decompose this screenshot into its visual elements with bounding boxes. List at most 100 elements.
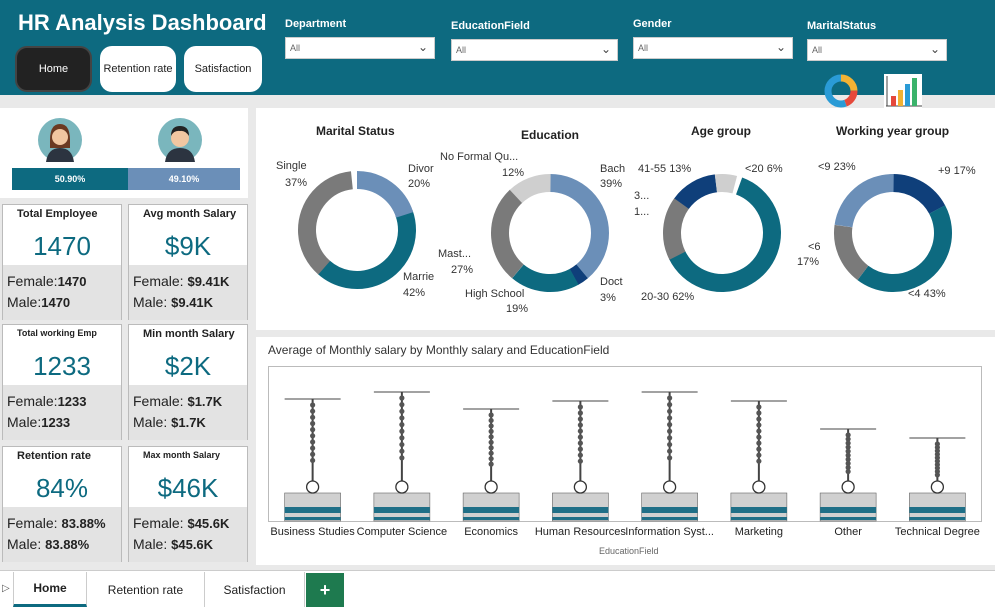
- female-label: Female:: [133, 515, 188, 531]
- donut-label: 1...: [634, 206, 650, 218]
- female-value: $1.7K: [187, 394, 223, 409]
- donut-label: Mast...: [438, 248, 472, 260]
- department-filter[interactable]: Department All ⌄: [285, 18, 435, 59]
- retention-rate-button[interactable]: Retention rate: [100, 46, 176, 92]
- chevron-down-icon: ⌄: [775, 40, 786, 54]
- outlier-point: [756, 422, 762, 428]
- outlier-point: [756, 440, 762, 446]
- tab-retention-rate[interactable]: Retention rate: [87, 572, 205, 607]
- gender-filter[interactable]: Gender All ⌄: [633, 18, 793, 59]
- department-select[interactable]: All ⌄: [285, 37, 435, 59]
- satisfaction-button[interactable]: Satisfaction: [184, 46, 262, 92]
- donut-label: <6: [808, 241, 821, 253]
- scroll-left-icon[interactable]: ▷: [2, 583, 10, 594]
- avg-month-salary-card: Avg month Salary $9K Female: $9.41K Male…: [128, 204, 248, 320]
- donut-label: 27%: [451, 264, 474, 276]
- outlier-point: [667, 402, 673, 408]
- male-label: Male:: [7, 294, 42, 310]
- outlier-point: [756, 410, 762, 416]
- mean-marker: [305, 480, 320, 494]
- chevron-down-icon: ⌄: [417, 40, 428, 54]
- box-band: [820, 507, 877, 513]
- donut-label: 20-30 62%: [641, 291, 695, 303]
- male-value: 1470: [41, 295, 71, 310]
- female-label: Female:: [133, 273, 188, 289]
- donut-label: 41-55 13%: [638, 163, 692, 175]
- outlier-point: [399, 395, 405, 401]
- card-breakdown: Female: $1.7K Male: $1.7K: [129, 385, 247, 440]
- card-title: Avg month Salary: [143, 208, 237, 220]
- outlier-point: [756, 446, 762, 452]
- retention-rate-card: Retention rate 84% Female: 83.88% Male: …: [2, 446, 122, 562]
- card-breakdown: Female: $9.41K Male: $9.41K: [129, 265, 247, 320]
- working-donut: [834, 174, 952, 292]
- card-value: 1233: [33, 351, 91, 381]
- select-value: All: [456, 45, 467, 55]
- gender-select[interactable]: All ⌄: [633, 37, 793, 59]
- outlier-point: [756, 416, 762, 422]
- outlier-point: [310, 433, 316, 439]
- outlier-point: [667, 428, 673, 434]
- x-tick-label: Human Resources: [534, 526, 626, 538]
- box-band: [463, 517, 520, 520]
- donut-label: 19%: [506, 303, 529, 315]
- x-tick-label: Technical Degree: [894, 526, 980, 538]
- educationfield-select[interactable]: All ⌄: [451, 39, 618, 61]
- outlier-point: [667, 395, 673, 401]
- x-tick-label: Information Syst...: [625, 526, 714, 538]
- outlier-point: [310, 445, 316, 451]
- donut-label: 17%: [797, 256, 820, 268]
- outlier-point: [577, 428, 583, 434]
- card-value: 84%: [35, 473, 89, 503]
- outlier-point: [667, 415, 673, 421]
- donut-label: Bach: [600, 163, 626, 175]
- x-tick-label: Other: [834, 526, 862, 538]
- outlier-point: [577, 446, 583, 452]
- outlier-point: [577, 404, 583, 410]
- filter-label: MaritalStatus: [807, 20, 877, 32]
- card-title: Total Employee: [17, 208, 98, 220]
- box-band: [641, 517, 698, 520]
- female-share-bar: 50.90%: [12, 168, 128, 190]
- female-label: Female:: [133, 393, 188, 409]
- tab-satisfaction[interactable]: Satisfaction: [205, 572, 305, 607]
- female-value: 83.88%: [61, 516, 106, 531]
- donut-chart-icon[interactable]: [820, 72, 862, 110]
- outlier-point: [756, 452, 762, 458]
- tab-home[interactable]: Home: [13, 572, 87, 607]
- outlier-point: [577, 422, 583, 428]
- female-value: $9.41K: [187, 274, 230, 289]
- select-value: All: [812, 45, 823, 55]
- donut-charts: [298, 171, 952, 292]
- mean-marker: [752, 480, 766, 494]
- donut-label: <9 23%: [818, 161, 856, 173]
- outlier-point: [399, 435, 405, 441]
- box-band: [463, 507, 520, 513]
- card-title: Max month Salary: [143, 450, 221, 460]
- card-value: 1470: [33, 231, 91, 261]
- outlier-point: [399, 402, 405, 408]
- outlier-point: [488, 450, 494, 456]
- bar-chart-icon[interactable]: [882, 72, 924, 110]
- male-value: 1233: [41, 415, 71, 430]
- box-band: [641, 507, 698, 513]
- outlier-point: [488, 417, 494, 424]
- box-band: [552, 507, 609, 513]
- home-button[interactable]: Home: [15, 46, 92, 92]
- educationfield-filter[interactable]: EducationField All ⌄: [451, 20, 618, 61]
- box-band: [909, 517, 966, 520]
- maritalstatus-filter[interactable]: MaritalStatus All ⌄: [807, 20, 947, 61]
- maritalstatus-select[interactable]: All ⌄: [807, 39, 947, 61]
- outlier-point: [399, 408, 405, 414]
- page-title: HR Analysis Dashboard: [18, 10, 267, 35]
- x-tick-label: Business Studies: [270, 526, 355, 538]
- female-avatar-icon: [38, 118, 82, 162]
- outlier-point: [399, 441, 405, 448]
- add-page-button[interactable]: +: [306, 573, 344, 607]
- card-value: $2K: [164, 351, 212, 381]
- outlier-point: [310, 408, 316, 414]
- chevron-down-icon: ⌄: [929, 42, 940, 56]
- x-tick-label: Economics: [464, 526, 519, 538]
- mean-marker: [484, 480, 498, 494]
- mean-marker: [841, 480, 855, 494]
